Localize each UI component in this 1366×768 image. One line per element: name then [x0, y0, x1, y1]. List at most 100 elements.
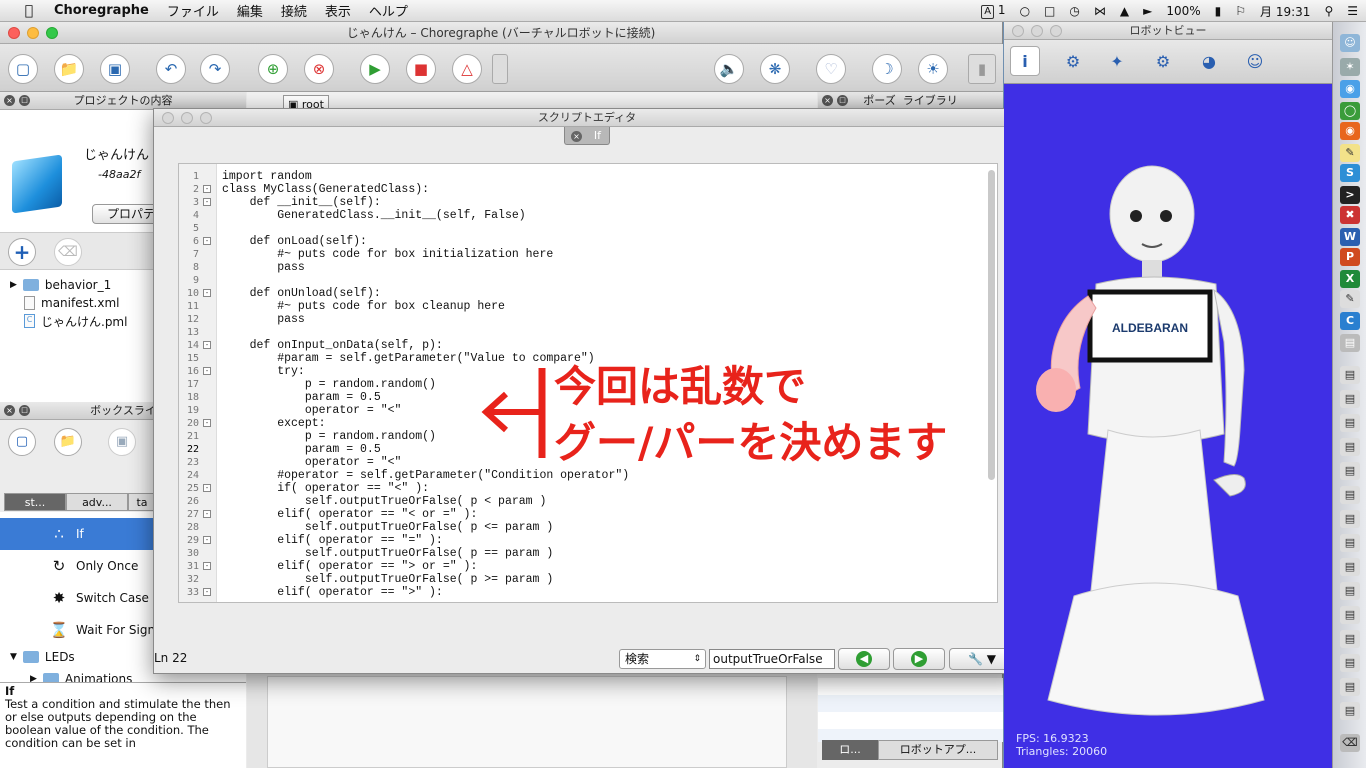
menu-file[interactable]: ファイル [167, 1, 219, 20]
code-line[interactable]: elif( operator == "< or =" ): [222, 508, 629, 521]
fold-toggle-icon[interactable]: - [203, 341, 211, 349]
document-icon[interactable]: ▤ [1340, 462, 1360, 480]
tab-library[interactable]: ライブラリ [903, 94, 958, 107]
code-line[interactable]: pass [222, 313, 629, 326]
code-editor[interactable]: 1 2-3-4 5 6-7 8 9 10-11 12 13 14-15 16-17 18 19 20-21… [178, 163, 998, 603]
tab-robot-apps[interactable]: ロボットアプ... [878, 740, 998, 760]
document-icon[interactable]: ▤ [1340, 438, 1360, 456]
code-line[interactable]: self.outputTrueOrFalse( p >= param ) [222, 573, 629, 586]
save-box-library-icon[interactable]: ▣ [108, 428, 136, 456]
firefox-icon[interactable]: ◉ [1340, 122, 1360, 140]
tab-standard[interactable]: st... [4, 493, 66, 511]
apple-icon[interactable]:  [18, 0, 40, 22]
robot-move-icon[interactable]: ✦ [1102, 46, 1132, 76]
code-line[interactable] [222, 326, 629, 339]
trash-icon[interactable]: ⌫ [1340, 734, 1360, 752]
open-box-library-icon[interactable]: 📁 [54, 428, 82, 456]
find-next-button[interactable]: ▶ [893, 648, 945, 670]
pepper-robot-3d-view[interactable]: ALDEBARAN [1004, 84, 1332, 764]
document-icon[interactable]: ▤ [1340, 558, 1360, 576]
save-project-icon[interactable]: ▣ [100, 54, 130, 84]
code-text[interactable]: import random class MyClass(GeneratedClas… [222, 170, 629, 599]
flow-canvas-bottom[interactable] [267, 676, 787, 768]
robot-sensors-icon[interactable]: ◕ [1194, 46, 1224, 76]
code-line[interactable]: #param = self.getParameter("Value to com… [222, 352, 629, 365]
code-line[interactable]: self.outputTrueOrFalse( p <= param ) [222, 521, 629, 534]
redo-icon[interactable]: ↷ [200, 54, 230, 84]
heart-icon[interactable]: ♡ [816, 54, 846, 84]
flag-icon[interactable]: ⚐ [1235, 4, 1246, 18]
window-minimize-button[interactable] [181, 112, 193, 124]
document-icon[interactable]: ▤ [1340, 678, 1360, 696]
safari-icon[interactable]: ◉ [1340, 80, 1360, 98]
open-project-icon[interactable]: 📁 [54, 54, 84, 84]
code-line[interactable]: param = 0.5 [222, 443, 629, 456]
code-line[interactable]: class MyClass(GeneratedClass): [222, 183, 629, 196]
close-panel-icon[interactable]: × [4, 95, 15, 106]
document-icon[interactable]: ▤ [1340, 630, 1360, 648]
tree-item-pml[interactable]: C じゃんけん.pml [24, 312, 127, 330]
clock[interactable]: 月 19:31 [1260, 3, 1310, 20]
float-panel-icon[interactable]: □ [837, 95, 848, 106]
fold-toggle-icon[interactable]: - [203, 419, 211, 427]
folder-leds[interactable]: ▼ LEDs [10, 648, 75, 666]
tool-icon[interactable]: ✖ [1340, 206, 1360, 224]
fold-toggle-icon[interactable]: - [203, 510, 211, 518]
vertical-scrollbar[interactable] [988, 170, 995, 480]
menu-edit[interactable]: 編集 [237, 1, 263, 20]
code-line[interactable]: except: [222, 417, 629, 430]
chrome-icon[interactable]: ◯ [1340, 102, 1360, 120]
code-line[interactable]: pass [222, 261, 629, 274]
animation-mode-icon[interactable]: ❋ [760, 54, 790, 84]
window-minimize-button[interactable] [27, 27, 39, 39]
time-machine-icon[interactable]: ◷ [1069, 4, 1079, 18]
robot-joints-icon[interactable]: ⚙ [1058, 46, 1088, 76]
volume-icon-toolbar[interactable]: 🔈 [714, 54, 744, 84]
terminal-icon[interactable]: > [1340, 186, 1360, 204]
window-zoom-button[interactable] [1050, 25, 1062, 37]
fold-toggle-icon[interactable]: - [203, 198, 211, 206]
word-icon[interactable]: W [1340, 228, 1360, 246]
code-line[interactable]: def onInput_onData(self, p): [222, 339, 629, 352]
debug-warning-icon[interactable]: △ [452, 54, 482, 84]
code-line[interactable]: self.outputTrueOrFalse( p < param ) [222, 495, 629, 508]
play-icon[interactable]: ▶ [360, 54, 390, 84]
volume-icon[interactable]: ► [1143, 4, 1152, 18]
menu-app-name[interactable]: Choregraphe [54, 3, 149, 18]
expand-arrow-icon[interactable]: ▶ [10, 280, 17, 290]
code-line[interactable]: operator = "<" [222, 456, 629, 469]
code-line[interactable]: try: [222, 365, 629, 378]
robot-face-icon[interactable]: ☺ [1240, 46, 1270, 76]
battery-status-icon[interactable]: □ [1044, 4, 1055, 18]
skype-icon[interactable]: S [1340, 164, 1360, 182]
add-file-icon[interactable]: + [8, 238, 36, 266]
code-line[interactable]: def onLoad(self): [222, 235, 629, 248]
document-icon[interactable]: ▤ [1340, 654, 1360, 672]
search-mode-select[interactable]: 検索 ⇕ [619, 649, 706, 669]
notes-icon[interactable]: ✎ [1340, 144, 1360, 162]
document-icon[interactable]: ▤ [1340, 390, 1360, 408]
code-line[interactable]: elif( operator == "=" ): [222, 534, 629, 547]
delete-file-icon[interactable]: ⌫ [54, 238, 82, 266]
find-previous-button[interactable]: ◀ [838, 648, 890, 670]
menu-help[interactable]: ヘルプ [369, 1, 408, 20]
stop-icon[interactable]: ■ [406, 54, 436, 84]
menu-connect[interactable]: 接続 [281, 1, 307, 20]
window-minimize-button[interactable] [1031, 25, 1043, 37]
code-line[interactable]: elif( operator == "> or =" ): [222, 560, 629, 573]
excel-icon[interactable]: X [1340, 270, 1360, 288]
code-line[interactable]: import random [222, 170, 629, 183]
fold-toggle-icon[interactable]: - [203, 536, 211, 544]
close-tab-icon[interactable]: × [571, 131, 582, 142]
search-input[interactable]: outputTrueOrFalse [709, 649, 835, 669]
code-line[interactable]: #~ puts code for box initialization here [222, 248, 629, 261]
code-line[interactable]: #~ puts code for box cleanup here [222, 300, 629, 313]
tab-if-script[interactable]: × If [564, 127, 610, 145]
powerpoint-icon[interactable]: P [1340, 248, 1360, 266]
code-line[interactable]: p = random.random() [222, 378, 629, 391]
disconnect-icon[interactable]: ⊗ [304, 54, 334, 84]
close-panel-icon[interactable]: × [822, 95, 833, 106]
new-project-icon[interactable]: ▢ [8, 54, 38, 84]
fold-toggle-icon[interactable]: - [203, 367, 211, 375]
slider-handle[interactable] [492, 54, 508, 84]
